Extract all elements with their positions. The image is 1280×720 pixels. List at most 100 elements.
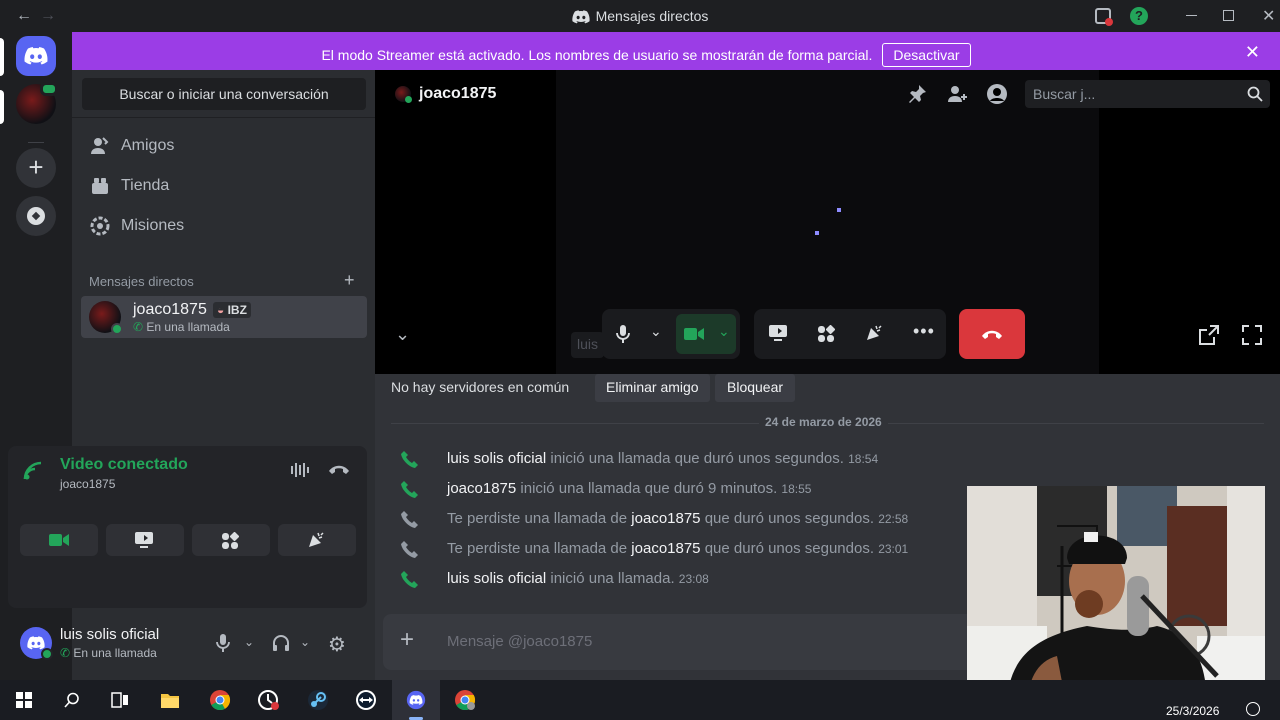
- username[interactable]: luis solis oficial: [60, 626, 159, 643]
- chrome-profile-icon[interactable]: [441, 680, 489, 720]
- help-icon[interactable]: ?: [1130, 7, 1148, 25]
- chrome-icon[interactable]: [196, 680, 244, 720]
- phone-icon: ✆: [60, 646, 71, 660]
- close-window-icon[interactable]: ✕: [1262, 6, 1275, 26]
- quests-icon: [90, 216, 110, 236]
- shop-icon: [90, 176, 110, 196]
- pop-out-icon[interactable]: [1198, 324, 1220, 346]
- dm-avatar-joaco1875[interactable]: [16, 82, 58, 124]
- disconnect-icon[interactable]: [328, 463, 350, 475]
- voice-channel: joaco1875: [60, 477, 116, 491]
- minimize-icon[interactable]: [1186, 15, 1197, 16]
- dm-header-name[interactable]: joaco1875: [419, 85, 496, 103]
- avatar[interactable]: [20, 627, 53, 660]
- dm-item-joaco1875[interactable]: joaco1875 ◒ IBZ ✆ En una llamada: [81, 296, 367, 338]
- rail-divider: [28, 142, 44, 143]
- phone-icon: [401, 480, 419, 498]
- chevron-down-icon[interactable]: ⌄: [650, 323, 662, 340]
- caller-name[interactable]: luis solis oficial: [447, 570, 546, 587]
- camera-toggle-button[interactable]: [20, 524, 98, 556]
- caller-name[interactable]: luis solis oficial: [447, 450, 546, 467]
- tag-icon: ◒: [217, 303, 228, 317]
- create-dm-icon[interactable]: +: [344, 270, 355, 291]
- nav-quests[interactable]: Misiones: [80, 206, 367, 246]
- webcam-overlay: [967, 486, 1265, 708]
- banner-close-icon[interactable]: ✕: [1245, 42, 1260, 63]
- os-taskbar: 25/3/2026: [0, 680, 1280, 720]
- nav-friends[interactable]: Amigos: [80, 126, 367, 166]
- chevron-down-icon[interactable]: ⌄: [244, 635, 254, 649]
- screen-share-button[interactable]: [106, 524, 184, 556]
- voice-connection-panel: Video conectado joaco1875: [8, 446, 367, 608]
- timestamp: 23:08: [678, 572, 709, 586]
- search-icon[interactable]: [48, 680, 96, 720]
- unread-indicator: [0, 90, 4, 124]
- pin-icon[interactable]: [907, 84, 927, 104]
- more-options-icon[interactable]: •••: [913, 321, 935, 342]
- discord-taskbar-icon[interactable]: [392, 680, 440, 720]
- missed-call-icon: [401, 540, 419, 558]
- block-button[interactable]: Bloquear: [715, 374, 796, 402]
- notification-center-icon[interactable]: [1246, 702, 1260, 716]
- title-bar: ← → Mensajes directos ? ✕: [0, 0, 1280, 32]
- collapse-chevron-icon[interactable]: ⌄: [395, 324, 410, 345]
- steam-icon[interactable]: [294, 680, 342, 720]
- phone-icon: [401, 570, 419, 588]
- message-input[interactable]: Mensaje @joaco1875: [447, 633, 592, 650]
- settings-gear-icon[interactable]: ⚙: [328, 632, 346, 657]
- headphones-icon[interactable]: [272, 634, 290, 652]
- video-badge-icon: [40, 82, 58, 96]
- find-conversation-button[interactable]: Buscar o iniciar una conversación: [82, 78, 366, 110]
- caller-name[interactable]: joaco1875: [447, 480, 516, 497]
- screen-share-icon[interactable]: [768, 324, 788, 342]
- nav-shop[interactable]: Tienda: [80, 166, 367, 206]
- chevron-down-icon[interactable]: ⌄: [300, 635, 310, 649]
- phone-icon: [401, 450, 419, 468]
- call-message: luis solis oficial inició una llamada qu…: [375, 444, 1280, 474]
- streamer-mode-banner: El modo Streamer está activado. Los nomb…: [72, 32, 1280, 70]
- chevron-down-icon: ⌄: [718, 323, 730, 339]
- avatar: [89, 301, 123, 335]
- activities-icon[interactable]: [817, 325, 835, 343]
- teamviewer-icon[interactable]: [342, 680, 390, 720]
- remove-friend-button[interactable]: Eliminar amigo: [595, 374, 710, 402]
- inbox-icon[interactable]: [1095, 8, 1113, 26]
- soundboard-button[interactable]: [278, 524, 356, 556]
- fullscreen-icon[interactable]: [1241, 324, 1263, 346]
- discover-icon[interactable]: [16, 196, 56, 236]
- caller-name[interactable]: joaco1875: [631, 540, 700, 557]
- missed-call-icon: [401, 510, 419, 528]
- deactivate-button[interactable]: Desactivar: [882, 43, 971, 67]
- dm-status: ✆ En una llamada: [133, 320, 230, 334]
- loading-dot: [815, 231, 819, 235]
- microphone-icon[interactable]: [616, 325, 630, 343]
- search-input[interactable]: Buscar j...: [1025, 80, 1270, 108]
- connection-signal-icon[interactable]: [22, 460, 44, 482]
- user-status: ✆ En una llamada: [60, 646, 157, 660]
- add-friends-to-dm-icon[interactable]: [947, 84, 969, 104]
- dm-name: joaco1875: [133, 301, 207, 318]
- direct-messages-home-icon[interactable]: [16, 36, 56, 76]
- add-server-icon[interactable]: +: [16, 148, 56, 188]
- taskbar-date[interactable]: 25/3/2026: [1166, 704, 1219, 718]
- caller-name[interactable]: joaco1875: [631, 510, 700, 527]
- soundboard-icon[interactable]: [865, 324, 883, 342]
- add-attachment-icon[interactable]: +: [400, 627, 414, 653]
- banner-message: El modo Streamer está activado. Los nomb…: [321, 47, 873, 63]
- user-profile-icon[interactable]: [986, 83, 1008, 105]
- camera-button[interactable]: ⌄: [676, 314, 736, 354]
- file-explorer-icon[interactable]: [146, 680, 194, 720]
- task-view-icon[interactable]: [96, 680, 144, 720]
- activities-button[interactable]: [192, 524, 270, 556]
- call-area: joaco1875 Buscar j... ⌄ luis ⌄ ⌄ •••: [375, 70, 1280, 374]
- microphone-icon[interactable]: [216, 634, 230, 652]
- windows-start-icon[interactable]: [0, 680, 48, 720]
- noise-suppression-icon[interactable]: [290, 462, 312, 478]
- participant-label: luis: [571, 332, 605, 358]
- hang-up-button[interactable]: [959, 309, 1025, 359]
- clock-app-icon[interactable]: [244, 680, 292, 720]
- maximize-icon[interactable]: [1223, 10, 1234, 21]
- divider: [72, 117, 375, 118]
- dm-section-header: Mensajes directos: [89, 274, 194, 289]
- voice-status[interactable]: Video conectado: [60, 456, 188, 474]
